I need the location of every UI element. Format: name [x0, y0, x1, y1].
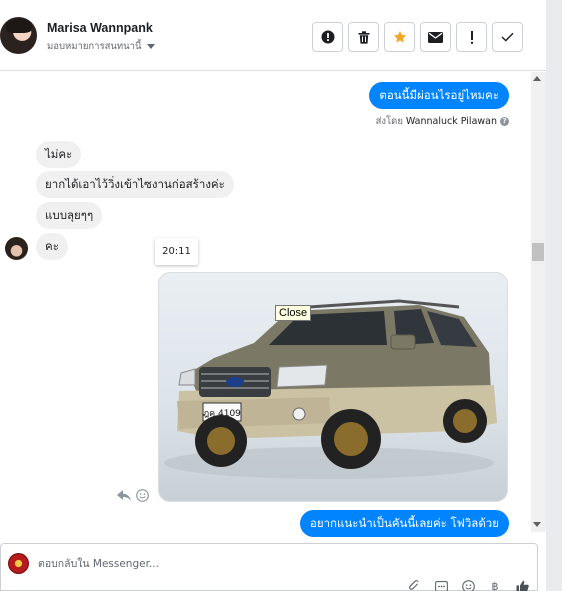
assign-conversation-dropdown[interactable]: มอบหมายการสนทนานี้ [47, 39, 155, 54]
emoji-icon[interactable] [460, 579, 476, 591]
reply-icon[interactable] [117, 490, 131, 501]
composer-tools: ฿ [406, 579, 530, 591]
reply-input[interactable] [38, 555, 398, 573]
scrollbar-thumb[interactable] [532, 243, 544, 261]
report-button[interactable] [312, 22, 343, 52]
caret-down-icon [146, 44, 155, 49]
incoming-message[interactable]: คะ [36, 233, 68, 260]
check-icon [501, 32, 514, 42]
trash-icon [358, 30, 369, 44]
scroll-down-arrow-icon[interactable] [533, 522, 541, 527]
star-button[interactable] [384, 22, 415, 52]
message-tools [117, 489, 149, 502]
sender-name[interactable]: Wannaluck Pilawan [406, 116, 497, 127]
saved-replies-icon[interactable] [433, 579, 449, 591]
help-icon[interactable]: ? [500, 117, 509, 126]
sender-avatar [5, 237, 28, 260]
user-name[interactable]: Marisa Wannpank [47, 21, 153, 35]
like-icon[interactable] [514, 579, 530, 591]
car-image: ฎค 4109 [164, 299, 497, 479]
currency-icon[interactable]: ฿ [487, 579, 503, 591]
car-photo[interactable]: ฎค 4109 [158, 272, 508, 502]
assign-label: มอบหมายการสนทนานี้ [47, 41, 142, 52]
message-timestamp: 20:11 [155, 238, 198, 265]
important-icon [470, 30, 473, 44]
close-tooltip: Close [275, 305, 312, 321]
conversation-header: Marisa Wannpank มอบหมายการสนทนานี้ [0, 0, 546, 71]
outgoing-message[interactable]: ตอนนี้มีผ่อนไรอยู่ไหมคะ [369, 82, 509, 109]
page-avatar [8, 553, 29, 574]
report-icon [321, 30, 334, 44]
delete-button[interactable] [348, 22, 379, 52]
message-composer: ฿ [0, 543, 538, 591]
mark-done-button[interactable] [492, 22, 523, 52]
incoming-message[interactable]: ไม่คะ [36, 141, 82, 168]
user-avatar[interactable] [0, 17, 37, 54]
mark-important-button[interactable] [456, 22, 487, 52]
star-icon [393, 31, 406, 43]
sent-by-line: ส่งโดย Wannaluck Pilawan ? [376, 114, 509, 129]
incoming-message[interactable]: ยากได้เอาไว้วิ่งเข้าไซงานก่อสร้างค่ะ [36, 171, 234, 198]
header-actions [312, 22, 523, 52]
mail-button[interactable] [420, 22, 451, 52]
emoji-react-icon[interactable] [136, 489, 149, 502]
scroll-up-arrow-icon[interactable] [533, 76, 541, 81]
incoming-message[interactable]: แบบลุยๆๆ [36, 202, 103, 229]
mail-icon [428, 31, 443, 43]
scrollbar-track[interactable] [531, 72, 546, 532]
attachment-icon[interactable] [406, 579, 422, 591]
outgoing-message[interactable]: อยากแนะนำเป็นคันนี้เลยค่ะ โฟวิลด้วย [299, 510, 509, 537]
side-strip [546, 0, 562, 591]
sent-by-label: ส่งโดย [375, 116, 403, 127]
